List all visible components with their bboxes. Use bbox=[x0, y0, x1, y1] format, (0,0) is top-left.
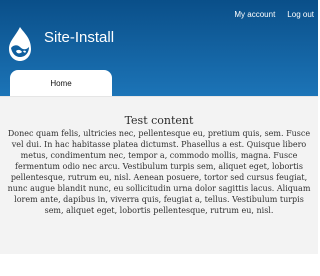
site-name[interactable]: Site-Install bbox=[44, 29, 114, 47]
drupal-drop-icon[interactable] bbox=[8, 26, 32, 62]
content-title: Test content bbox=[124, 114, 194, 127]
tab-home[interactable]: Home bbox=[10, 70, 112, 96]
my-account-link[interactable]: My account bbox=[234, 9, 275, 21]
page: My account Log out Site-Install Home Tes… bbox=[0, 0, 318, 276]
main-content: Test content Donec quam felis, ultricies… bbox=[0, 96, 318, 254]
user-menu: My account Log out bbox=[234, 9, 314, 21]
content-body: Donec quam felis, ultricies nec, pellent… bbox=[7, 129, 311, 215]
site-header: My account Log out Site-Install Home bbox=[0, 0, 318, 96]
primary-tabs: Home bbox=[10, 70, 112, 96]
logout-link[interactable]: Log out bbox=[287, 9, 314, 21]
